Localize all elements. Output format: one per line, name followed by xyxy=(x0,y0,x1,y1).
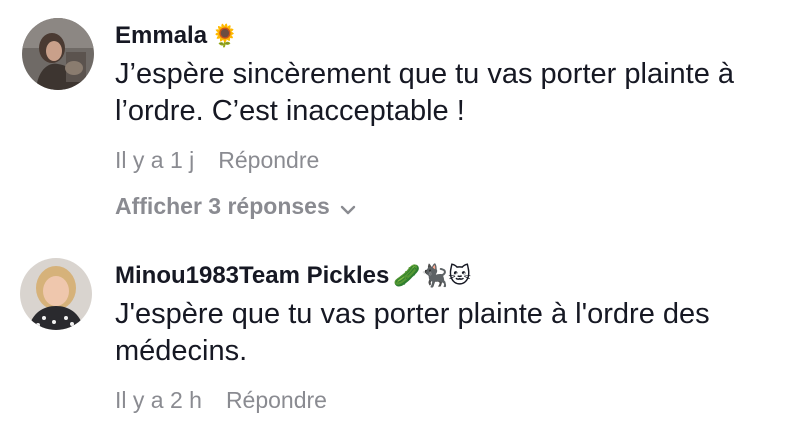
author-name: Emmala xyxy=(115,22,208,49)
comment-timestamp: Il y a 2 h xyxy=(115,387,202,413)
user-avatar-photo-icon xyxy=(22,18,94,90)
reply-button[interactable]: Répondre xyxy=(226,387,327,414)
comment-text-line: J'espère que tu vas porter plainte à l'o… xyxy=(115,298,710,330)
cucumber-cat-icon: 🥒🐈‍⬛🐱 xyxy=(393,263,472,288)
comment-meta: Il y a 1 j Répondre xyxy=(115,147,319,174)
comment-author[interactable]: Emmala 🌻 xyxy=(115,22,238,50)
avatar[interactable] xyxy=(22,18,94,90)
comment-text-line: médecins. xyxy=(115,335,248,367)
sunflower-icon: 🌻 xyxy=(211,23,239,48)
comment-text-line: J’espère sincèrement que tu vas porter p… xyxy=(115,58,735,90)
comment-timestamp: Il y a 1 j xyxy=(115,147,195,173)
reply-button[interactable]: Répondre xyxy=(218,147,319,174)
view-replies-button[interactable]: Afficher 3 réponses xyxy=(115,193,356,221)
comment-item: Emmala 🌻 J’espère sincèrement que tu vas … xyxy=(0,0,796,230)
comment-text: J'espère que tu vas porter plainte à l'o… xyxy=(115,296,775,370)
view-replies-label: Afficher 3 réponses xyxy=(115,193,330,219)
avatar[interactable] xyxy=(20,258,92,330)
comment-author[interactable]: Minou1983Team Pickles 🥒🐈‍⬛🐱 xyxy=(115,262,471,290)
comment-meta: Il y a 2 h Répondre xyxy=(115,387,327,414)
chevron-down-icon xyxy=(340,194,356,221)
author-name: Minou1983Team Pickles xyxy=(115,262,390,289)
user-avatar-photo-icon xyxy=(20,258,92,330)
comment-text: J’espère sincèrement que tu vas porter p… xyxy=(115,56,775,130)
comment-item: Minou1983Team Pickles 🥒🐈‍⬛🐱 J'espère que … xyxy=(0,240,796,432)
comment-text-line: l’ordre. C’est inacceptable ! xyxy=(115,95,465,127)
